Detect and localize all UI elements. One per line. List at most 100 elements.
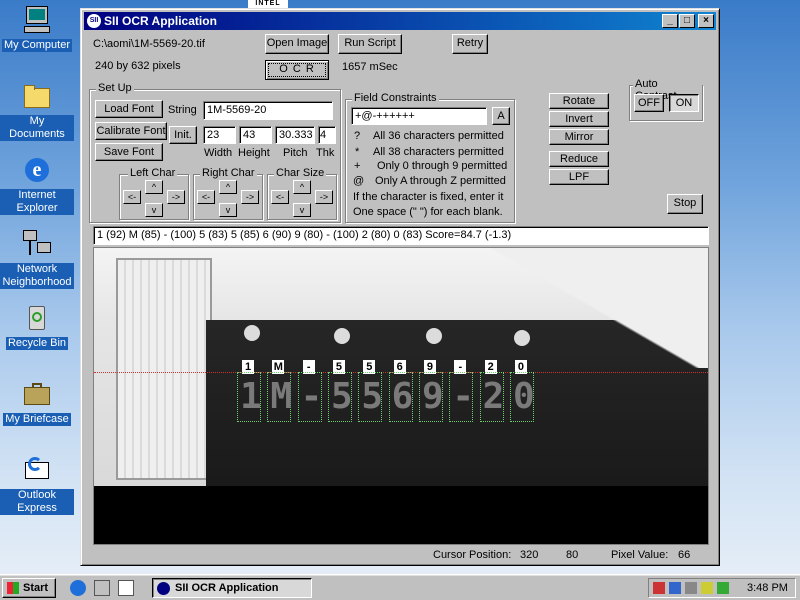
desktop-icon-outlook-express[interactable]: Outlook Express [0, 454, 74, 515]
right-char-up-button[interactable]: ^ [219, 180, 237, 194]
quicklaunch-outlook-icon[interactable] [118, 580, 134, 596]
rule-symbol-1: ? [354, 130, 361, 142]
left-char-down-button[interactable]: v [145, 203, 163, 217]
recycle-bin-icon [21, 302, 53, 334]
char-size-label: Char Size [274, 167, 327, 179]
tray-icon-1[interactable] [653, 582, 665, 594]
width-input[interactable]: 23 [203, 126, 236, 144]
width-label: Width [204, 147, 233, 159]
desktop-icon-internet-explorer[interactable]: e Internet Explorer [0, 154, 74, 215]
char-glyph: 1 [240, 376, 262, 417]
ocr-button[interactable]: O C R [265, 60, 329, 80]
rule-text-2: All 38 characters permitted [373, 146, 504, 158]
tray-icon-5[interactable] [717, 582, 729, 594]
char-box: 2 [479, 372, 505, 422]
height-input[interactable]: 43 [239, 126, 272, 144]
volume-icon[interactable] [685, 582, 697, 594]
desktop-icon-my-documents[interactable]: My Documents [0, 80, 74, 141]
thk-input[interactable]: 4 [318, 126, 336, 144]
field-constraints-label: Field Constraints [352, 92, 439, 104]
char-size-left-button[interactable]: <- [271, 190, 289, 204]
char-glyph: M [270, 376, 293, 417]
image-viewer[interactable]: 11MM--55556699--2200 [93, 247, 709, 545]
desktop-icon-my-computer[interactable]: My Computer [0, 4, 74, 52]
outlook-icon [21, 454, 53, 486]
char-box: M [267, 372, 293, 422]
computer-icon [21, 4, 53, 36]
taskbar: Start SII OCR Application 3:48 PM [0, 574, 800, 600]
invert-button[interactable]: Invert [549, 111, 609, 127]
char-size-up-button[interactable]: ^ [293, 180, 311, 194]
load-font-button[interactable]: Load Font [95, 100, 163, 118]
thk-label: Thk [316, 147, 335, 159]
char-size-right-button[interactable]: -> [315, 190, 333, 204]
hole-1 [244, 325, 260, 341]
windows-logo-icon [7, 582, 19, 594]
right-char-left-button[interactable]: <- [197, 190, 215, 204]
init-button[interactable]: Init. [169, 126, 197, 144]
rotate-button[interactable]: Rotate [549, 93, 609, 109]
stop-button[interactable]: Stop [667, 194, 703, 214]
char-glyph: - [452, 376, 475, 417]
desktop-icon-network-neighborhood[interactable]: Network Neighborhood [0, 228, 74, 289]
right-char-right-button[interactable]: -> [241, 190, 259, 204]
contrast-on-button[interactable]: ON [669, 94, 699, 112]
right-char-label: Right Char [200, 167, 257, 179]
intel-label: INTEL [248, 0, 288, 8]
pixel-value-label: Pixel Value: [611, 549, 669, 561]
string-input[interactable]: 1M-5569-20 [203, 101, 333, 120]
tray-icon-2[interactable] [669, 582, 681, 594]
constraints-note-2: One space (" ") for each blank. [353, 206, 503, 218]
task-label: SII OCR Application [175, 582, 279, 594]
desktop-icon-recycle-bin[interactable]: Recycle Bin [0, 302, 74, 350]
left-char-left-button[interactable]: <- [123, 190, 141, 204]
minimize-button[interactable]: _ [662, 14, 678, 28]
calibrate-font-button[interactable]: Calibrate Font [95, 122, 167, 140]
char-glyph: 0 [512, 376, 535, 417]
clock[interactable]: 3:48 PM [747, 582, 788, 594]
setup-group-label: Set Up [96, 82, 134, 94]
pixel-value: 66 [678, 549, 691, 561]
field-constraints-input[interactable]: +@-++++++ [351, 107, 487, 125]
quicklaunch-ie-icon[interactable] [70, 580, 86, 596]
mirror-button[interactable]: Mirror [549, 129, 609, 145]
hole-2 [334, 328, 350, 344]
left-char-right-button[interactable]: -> [167, 190, 185, 204]
field-a-button[interactable]: A [492, 107, 510, 125]
right-char-down-button[interactable]: v [219, 203, 237, 217]
char-box: 5 [327, 372, 353, 422]
lpf-button[interactable]: LPF [549, 169, 609, 185]
retry-button[interactable]: Retry [452, 34, 488, 54]
viewer-empty-area [94, 486, 708, 544]
open-image-button[interactable]: Open Image [265, 34, 329, 54]
char-size-down-button[interactable]: v [293, 203, 311, 217]
app-icon: SII [87, 14, 101, 28]
char-box: 5 [358, 372, 383, 422]
close-button[interactable]: × [698, 14, 714, 28]
file-path: C:\aomi\1M-5569-20.tif [93, 38, 205, 50]
window-title: SII OCR Application [104, 14, 217, 28]
contrast-off-button[interactable]: OFF [634, 94, 664, 112]
timing-readout: 1657 mSec [342, 61, 398, 73]
run-script-button[interactable]: Run Script [338, 34, 402, 54]
quicklaunch-desktop-icon[interactable] [94, 580, 110, 596]
ocr-window: SII SII OCR Application _ □ × C:\aomi\1M… [80, 8, 720, 566]
task-button-ocr-app[interactable]: SII OCR Application [152, 578, 312, 598]
left-char-up-button[interactable]: ^ [145, 180, 163, 194]
cursor-position-label: Cursor Position: [433, 549, 512, 561]
title-bar[interactable]: SII SII OCR Application _ □ × [84, 12, 716, 30]
char-glyph: 9 [421, 376, 444, 417]
desktop-icon-my-briefcase[interactable]: My Briefcase [0, 378, 74, 426]
string-label: String [168, 104, 197, 116]
save-font-button[interactable]: Save Font [95, 143, 163, 161]
pitch-input[interactable]: 30.333 [275, 126, 315, 144]
rule-symbol-2: * [355, 146, 360, 158]
maximize-button[interactable]: □ [679, 14, 695, 28]
start-button[interactable]: Start [2, 578, 56, 598]
network-icon [21, 228, 53, 260]
char-glyph: 2 [482, 376, 505, 417]
height-label: Height [238, 147, 270, 159]
reduce-button[interactable]: Reduce [549, 151, 609, 167]
tray-icon-4[interactable] [701, 582, 713, 594]
hole-3 [426, 328, 442, 344]
